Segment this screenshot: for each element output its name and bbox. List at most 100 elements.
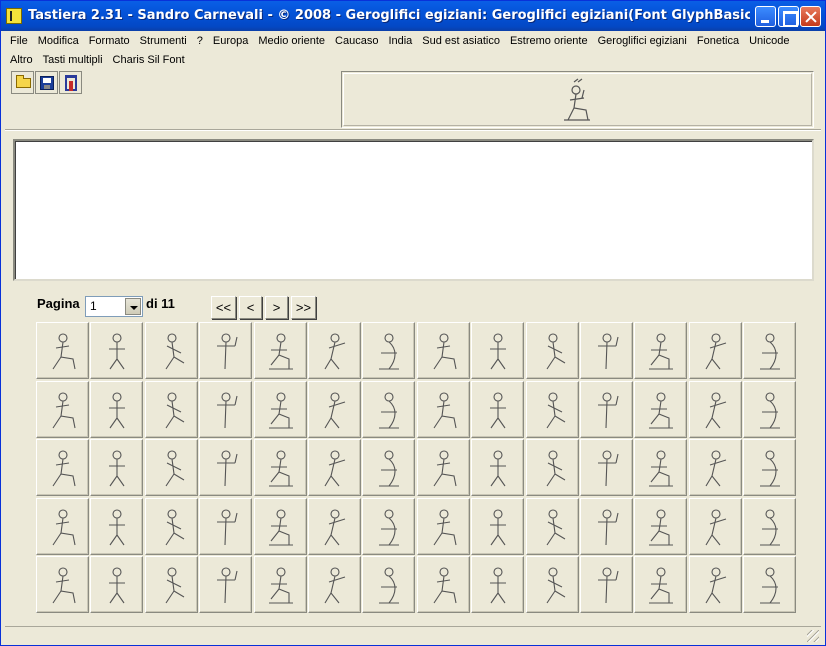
menu-item[interactable]: Formato — [84, 35, 135, 47]
glyph-key[interactable] — [36, 380, 89, 438]
glyph-key[interactable] — [362, 380, 416, 438]
glyph-key[interactable] — [580, 497, 633, 555]
close-button[interactable] — [800, 6, 821, 27]
menu-item[interactable]: Europa — [208, 35, 253, 47]
glyph-key[interactable] — [253, 497, 307, 555]
glyph-key[interactable] — [90, 439, 144, 497]
menu-item[interactable]: Sud est asiatico — [417, 35, 505, 47]
glyph-key[interactable] — [471, 322, 525, 379]
glyph-key[interactable] — [634, 556, 688, 614]
glyph-key[interactable] — [199, 439, 253, 497]
glyph-key[interactable] — [743, 497, 797, 555]
title-bar[interactable]: Tastiera 2.31 - Sandro Carnevali - © 200… — [1, 1, 825, 31]
glyph-key[interactable] — [36, 497, 89, 555]
glyph-key[interactable] — [743, 380, 797, 438]
glyph-key[interactable] — [416, 439, 470, 497]
glyph-key[interactable] — [199, 322, 253, 379]
menu-item[interactable]: India — [383, 35, 417, 47]
open-button[interactable] — [11, 71, 34, 94]
maximize-button[interactable] — [778, 6, 799, 27]
glyph-key[interactable] — [362, 322, 416, 379]
menu-item[interactable]: Modifica — [33, 35, 84, 47]
glyph-key[interactable] — [144, 439, 198, 497]
glyph-key[interactable] — [362, 439, 416, 497]
menu-item[interactable]: Strumenti — [135, 35, 192, 47]
glyph-key[interactable] — [580, 556, 633, 614]
next-page-button[interactable]: > — [265, 296, 288, 319]
glyph-key[interactable] — [634, 380, 688, 438]
glyph-key[interactable] — [743, 322, 797, 379]
glyph-key[interactable] — [253, 322, 307, 379]
glyph-key[interactable] — [416, 556, 470, 614]
menu-item[interactable]: Tasti multipli — [38, 54, 108, 66]
glyph-key[interactable] — [90, 380, 144, 438]
text-editor[interactable] — [13, 139, 814, 281]
glyph-key[interactable] — [634, 497, 688, 555]
menu-item[interactable]: Altro — [5, 54, 38, 66]
glyph-key[interactable] — [525, 439, 579, 497]
glyph-key[interactable] — [471, 497, 525, 555]
menu-item[interactable]: Fonetica — [692, 35, 744, 47]
glyph-key[interactable] — [416, 322, 470, 379]
glyph-key[interactable] — [308, 556, 361, 614]
prev-page-button[interactable]: < — [239, 296, 262, 319]
editor-text[interactable] — [15, 141, 812, 149]
glyph-key[interactable] — [362, 497, 416, 555]
glyph-key[interactable] — [36, 322, 89, 379]
resize-grip-icon[interactable] — [807, 630, 819, 642]
glyph-key[interactable] — [90, 497, 144, 555]
glyph-key[interactable] — [525, 322, 579, 379]
glyph-key[interactable] — [416, 497, 470, 555]
glyph-key[interactable] — [525, 497, 579, 555]
menu-item[interactable]: ? — [192, 35, 208, 47]
glyph-key[interactable] — [416, 380, 470, 438]
save-button[interactable] — [35, 71, 58, 94]
glyph-key[interactable] — [688, 497, 742, 555]
glyph-key[interactable] — [253, 380, 307, 438]
glyph-key[interactable] — [471, 439, 525, 497]
first-page-button[interactable]: << — [211, 296, 236, 319]
glyph-key[interactable] — [525, 556, 579, 614]
glyph-key[interactable] — [253, 556, 307, 614]
glyph-key[interactable] — [580, 439, 633, 497]
glyph-key[interactable] — [199, 380, 253, 438]
glyph-key[interactable] — [253, 439, 307, 497]
glyph-key[interactable] — [743, 439, 797, 497]
chevron-down-icon[interactable] — [125, 298, 141, 315]
glyph-key[interactable] — [688, 556, 742, 614]
last-page-button[interactable]: >> — [291, 296, 316, 319]
glyph-key[interactable] — [634, 322, 688, 379]
menu-item[interactable]: Medio oriente — [253, 35, 330, 47]
glyph-key[interactable] — [688, 380, 742, 438]
glyph-key[interactable] — [688, 439, 742, 497]
glyph-key[interactable] — [471, 380, 525, 438]
glyph-key[interactable] — [144, 556, 198, 614]
glyph-key[interactable] — [90, 322, 144, 379]
menu-item[interactable]: Unicode — [744, 35, 794, 47]
glyph-key[interactable] — [199, 556, 253, 614]
glyph-key[interactable] — [199, 497, 253, 555]
minimize-button[interactable] — [755, 6, 776, 27]
menu-item[interactable]: Caucaso — [330, 35, 383, 47]
menu-item[interactable]: Charis Sil Font — [108, 54, 190, 66]
glyph-key[interactable] — [144, 497, 198, 555]
glyph-key[interactable] — [308, 439, 361, 497]
glyph-key[interactable] — [308, 322, 361, 379]
glyph-key[interactable] — [525, 380, 579, 438]
exit-button[interactable] — [59, 71, 82, 94]
app-icon[interactable] — [6, 8, 22, 24]
glyph-key[interactable] — [144, 322, 198, 379]
glyph-key[interactable] — [634, 439, 688, 497]
glyph-key[interactable] — [308, 497, 361, 555]
glyph-key[interactable] — [580, 380, 633, 438]
glyph-key[interactable] — [144, 380, 198, 438]
page-select[interactable]: 1 — [85, 296, 143, 317]
glyph-key[interactable] — [308, 380, 361, 438]
glyph-key[interactable] — [362, 556, 416, 614]
menu-item[interactable]: Geroglifici egiziani — [593, 35, 692, 47]
glyph-key[interactable] — [36, 556, 89, 614]
glyph-key[interactable] — [580, 322, 633, 379]
menu-item[interactable]: File — [5, 35, 33, 47]
menu-item[interactable]: Estremo oriente — [505, 35, 593, 47]
glyph-key[interactable] — [688, 322, 742, 379]
